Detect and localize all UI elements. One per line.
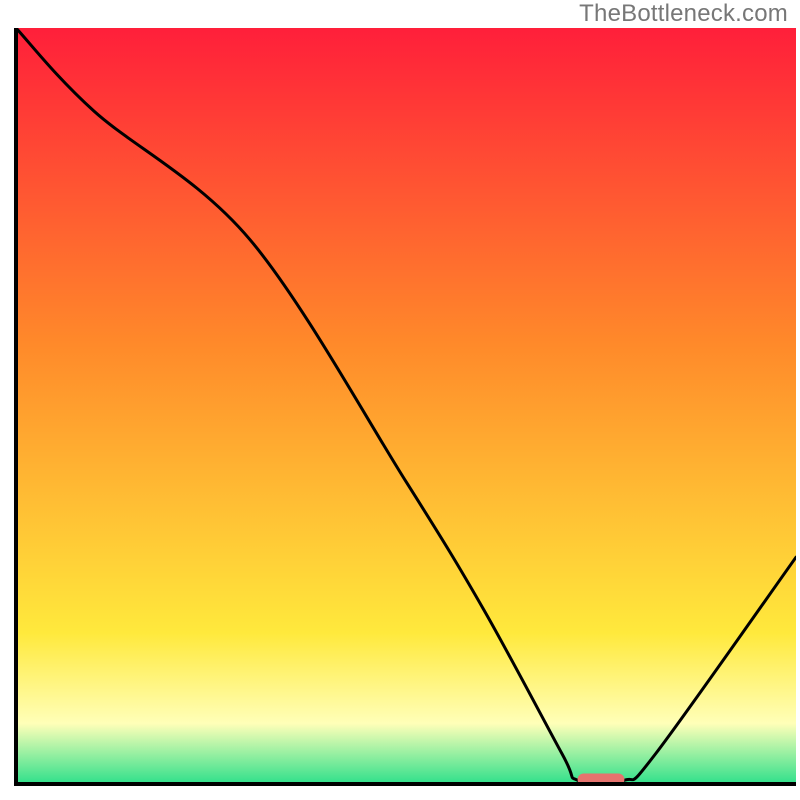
- watermark-text: TheBottleneck.com: [579, 0, 788, 28]
- plot-area: [16, 28, 796, 785]
- chart-container: TheBottleneck.com: [0, 0, 800, 800]
- bottleneck-chart: [0, 0, 800, 800]
